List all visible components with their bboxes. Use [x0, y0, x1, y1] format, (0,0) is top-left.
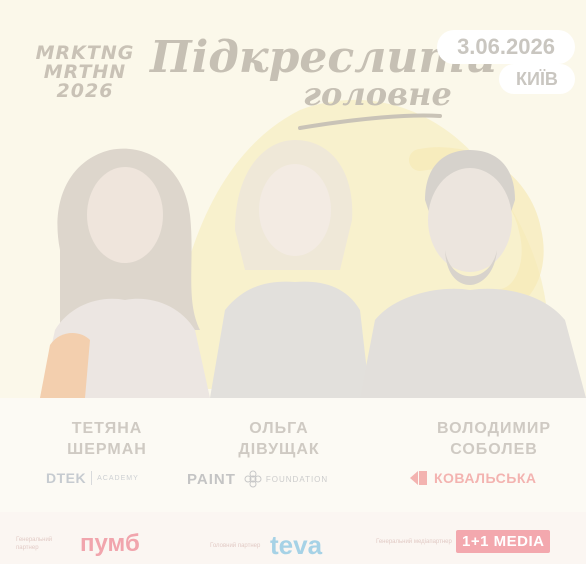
dtek-logo-text: DTEK — [46, 470, 87, 486]
event-poster: MRKTNG MRTHN 2026 Підкреслити головне 3.… — [0, 0, 586, 564]
partner-pumb: Генеральний партнер пумб — [16, 530, 140, 558]
kovalska-logo: КОВАЛЬСЬКА — [408, 470, 537, 486]
partner-1plus1-media: Генеральний медіапартнер 1+1 MEDIA — [376, 530, 551, 553]
speaker-first-name: ВОЛОДИМИР — [436, 420, 552, 437]
teva-logo: teva — [270, 530, 323, 560]
paint-foundation-logo: PAINT FOUNDATION — [187, 470, 328, 488]
speaker-name-1: ТЕТЯНА ШЕРМАН — [42, 418, 172, 460]
logo-divider — [91, 471, 93, 485]
partner-teva: Головний партнер teva — [210, 530, 322, 561]
partner-label: Головний партнер — [210, 542, 261, 549]
speaker-last-name: СОБОЛЕВ — [450, 441, 538, 458]
event-city-badge: КИЇВ — [499, 64, 575, 94]
kovalska-logo-text: КОВАЛЬСЬКА — [434, 470, 537, 486]
speaker-last-name: ДІВУЩАК — [238, 441, 320, 458]
pumb-logo: пумб — [80, 530, 140, 557]
partner-label: Генеральний медіапартнер — [376, 538, 452, 545]
flower-icon — [244, 470, 262, 488]
speaker-first-name: ТЕТЯНА — [71, 420, 143, 437]
speaker-photo-3 — [360, 150, 586, 398]
academy-logo-text: ACADEMY — [97, 474, 139, 482]
partner-label: Генеральний партнер — [16, 537, 53, 551]
speaker-last-name: ШЕРМАН — [67, 441, 147, 458]
speaker-name-2: ОЛЬГА ДІВУЩАК — [214, 418, 344, 460]
foundation-logo-text: FOUNDATION — [265, 474, 329, 484]
speaker-first-name: ОЛЬГА — [249, 420, 309, 437]
paint-logo-text: PAINT — [187, 470, 236, 488]
1plus1-media-logo: 1+1 MEDIA — [456, 530, 551, 553]
speaker-photo-2 — [210, 140, 370, 398]
speaker-photo-1 — [40, 148, 210, 398]
dtek-academy-logo: DTEK ACADEMY — [46, 470, 139, 486]
speaker-name-3: ВОЛОДИМИР СОБОЛЕВ — [414, 418, 574, 460]
event-date-badge: 3.06.2026 — [437, 30, 575, 64]
brand-line: 2026 — [56, 80, 114, 102]
headline-line-2: головне — [303, 75, 452, 113]
kovalska-mark-icon — [410, 471, 427, 485]
brand-logo: MRKTNG MRTHN 2026 — [30, 44, 140, 101]
